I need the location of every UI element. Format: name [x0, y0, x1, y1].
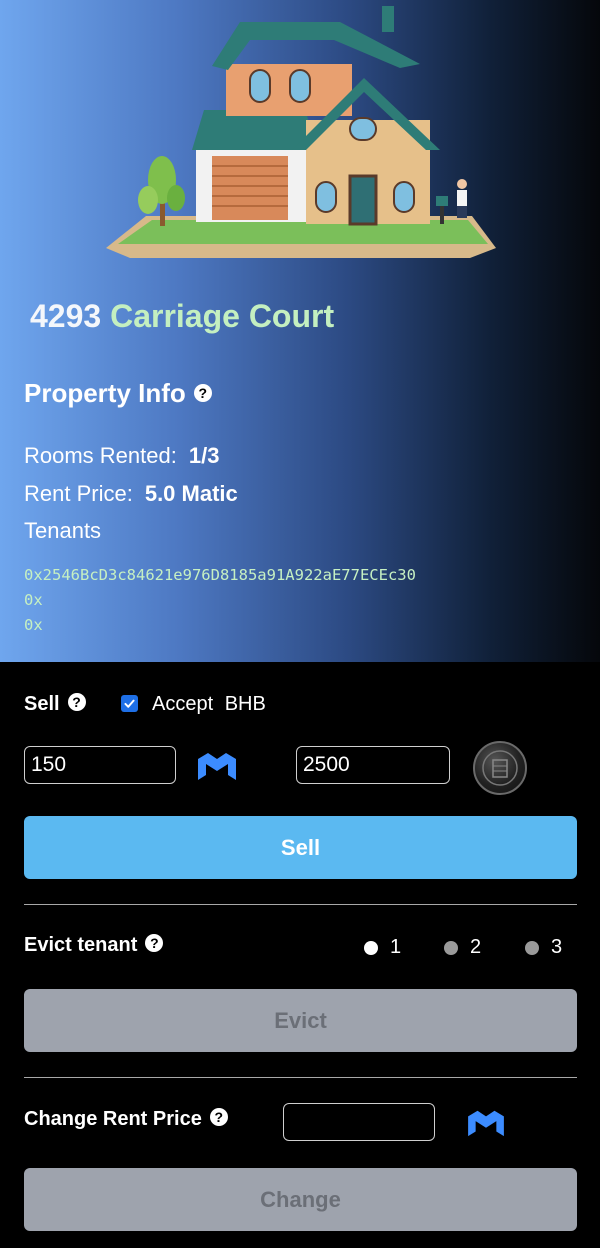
tenant-address: 0x — [24, 591, 43, 609]
sell-button[interactable]: Sell — [24, 816, 577, 879]
sell-price-matic-input[interactable] — [24, 746, 176, 784]
address-street: Carriage Court — [110, 298, 335, 334]
evict-option-label: 2 — [470, 936, 482, 958]
evict-option-label: 1 — [390, 936, 402, 958]
divider — [24, 1077, 577, 1078]
accept-bhb-checkbox[interactable] — [121, 695, 138, 712]
property-hero: 4293 Carriage Court Property Info? Rooms… — [0, 0, 600, 662]
change-rent-button[interactable]: Change — [24, 1168, 577, 1231]
evict-option-1[interactable]: 1 — [364, 936, 401, 959]
sell-label-text: Sell — [24, 693, 60, 715]
tenant-address: 0x2546BcD3c84621e976D8185a91A922aE77ECEc… — [24, 566, 416, 584]
bhb-coin-icon — [473, 741, 527, 795]
rent-price-label: Rent Price: — [24, 481, 133, 506]
sell-price-bhb-input[interactable] — [296, 746, 450, 784]
accept-text: Accept — [152, 693, 214, 715]
radio-unselected-icon — [444, 940, 458, 955]
check-icon — [124, 699, 135, 708]
rooms-rented-value: 1/3 — [188, 443, 220, 468]
radio-selected-icon — [364, 940, 378, 955]
evict-tenant-label: Evict tenant? — [24, 934, 164, 957]
evict-option-label: 3 — [551, 936, 563, 958]
question-circle-icon[interactable]: ? — [145, 934, 164, 952]
accept-token: BHB — [224, 693, 266, 715]
evict-option-2[interactable]: 2 — [444, 936, 481, 959]
change-rent-price-label: Change Rent Price? — [24, 1108, 228, 1131]
divider — [24, 904, 577, 905]
rent-price-value: 5.0 Matic — [144, 481, 238, 506]
polygon-matic-icon — [468, 1110, 504, 1137]
sell-label: Sell? — [24, 693, 86, 716]
new-rent-price-input[interactable] — [283, 1103, 435, 1141]
property-address: 4293 Carriage Court — [24, 296, 340, 337]
question-circle-icon[interactable]: ? — [67, 693, 86, 711]
tenant-address: 0x — [24, 616, 43, 634]
evict-button[interactable]: Evict — [24, 989, 577, 1052]
question-circle-icon[interactable]: ? — [209, 1108, 228, 1126]
rooms-rented-row: Rooms Rented: 1/3 — [24, 443, 219, 469]
address-number: 4293 — [30, 298, 102, 334]
property-info-heading: Property Info? — [24, 378, 212, 409]
question-circle-icon[interactable]: ? — [193, 384, 212, 402]
tenants-label: Tenants — [24, 518, 102, 543]
house-illustration — [100, 0, 500, 262]
rent-price-row: Rent Price: 5.0 Matic — [24, 481, 238, 507]
property-info-title: Property Info — [24, 378, 186, 408]
change-rent-label-text: Change Rent Price — [24, 1108, 202, 1130]
rooms-rented-label: Rooms Rented: — [24, 443, 177, 468]
polygon-matic-icon — [198, 753, 236, 780]
evict-option-3[interactable]: 3 — [525, 936, 562, 959]
accept-bhb-label: Accept BHB — [152, 693, 266, 716]
evict-label-text: Evict tenant — [24, 934, 138, 956]
radio-unselected-icon — [525, 940, 539, 955]
